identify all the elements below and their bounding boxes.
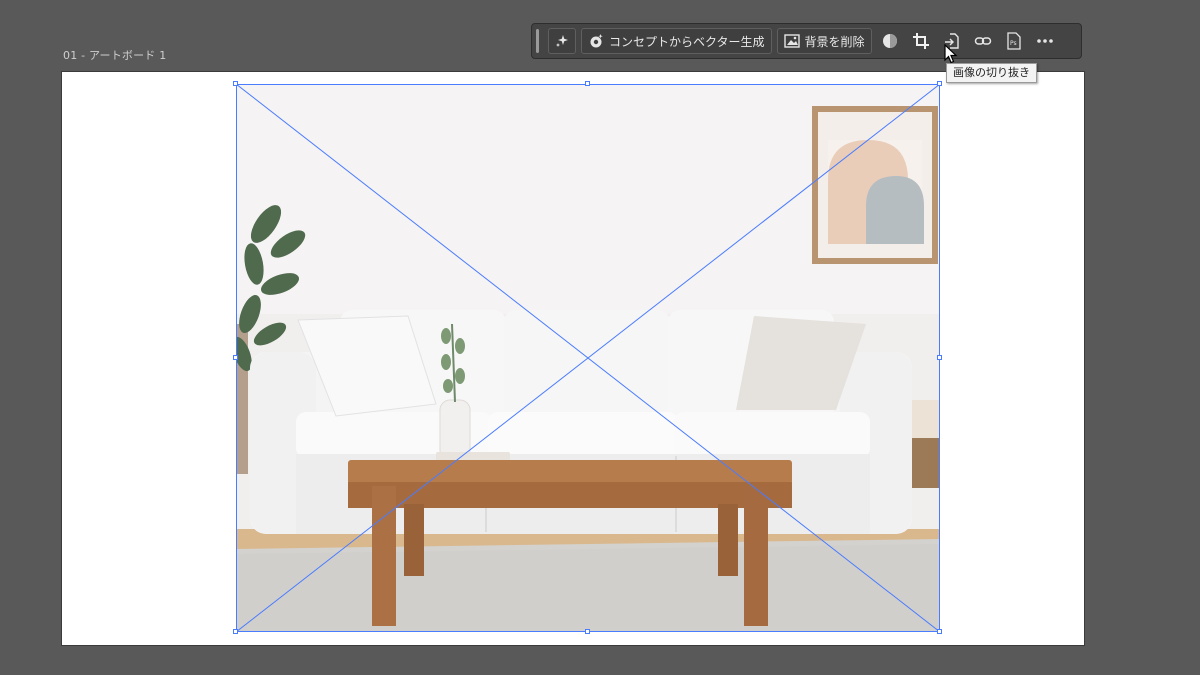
generate-vector-button[interactable]: コンセプトからベクター生成 (581, 28, 772, 54)
mask-button[interactable] (877, 28, 903, 54)
image-icon (783, 34, 800, 48)
handle-top-center[interactable] (585, 81, 590, 86)
svg-text:Ps: Ps (1010, 40, 1017, 47)
remove-background-button[interactable]: 背景を削除 (776, 28, 872, 54)
placed-image[interactable] (236, 84, 940, 632)
handle-bottom-right[interactable] (937, 629, 942, 634)
more-icon (1036, 38, 1054, 44)
handle-top-right[interactable] (937, 81, 942, 86)
link-button[interactable] (970, 28, 996, 54)
remove-background-label: 背景を削除 (804, 34, 865, 49)
living-room-photo (236, 84, 940, 632)
crop-image-button[interactable] (908, 28, 934, 54)
more-options-button[interactable] (1032, 28, 1058, 54)
app-canvas: 01 - アートボード 1 コンセプトからベクター生成 背景を削除 Ps 画像の… (0, 0, 1200, 675)
photoshop-button[interactable]: Ps (1001, 28, 1027, 54)
crop-tooltip: 画像の切り抜き (946, 63, 1037, 83)
generative-icon (588, 33, 604, 49)
handle-middle-left[interactable] (233, 355, 238, 360)
sparkle-button[interactable] (548, 28, 576, 54)
handle-top-left[interactable] (233, 81, 238, 86)
handle-bottom-center[interactable] (585, 629, 590, 634)
sparkle-icon (554, 33, 570, 49)
handle-middle-right[interactable] (937, 355, 942, 360)
link-icon (974, 32, 992, 50)
artboard-label[interactable]: 01 - アートボード 1 (63, 47, 166, 63)
ps-icon: Ps (1006, 32, 1022, 50)
mask-icon (881, 32, 899, 50)
mouse-cursor-icon (944, 43, 958, 68)
toolbar-grip-handle[interactable] (536, 29, 539, 53)
contextual-task-bar: コンセプトからベクター生成 背景を削除 Ps (531, 23, 1082, 59)
crop-icon (912, 32, 930, 50)
generate-vector-label: コンセプトからベクター生成 (609, 34, 765, 49)
handle-bottom-left[interactable] (233, 629, 238, 634)
